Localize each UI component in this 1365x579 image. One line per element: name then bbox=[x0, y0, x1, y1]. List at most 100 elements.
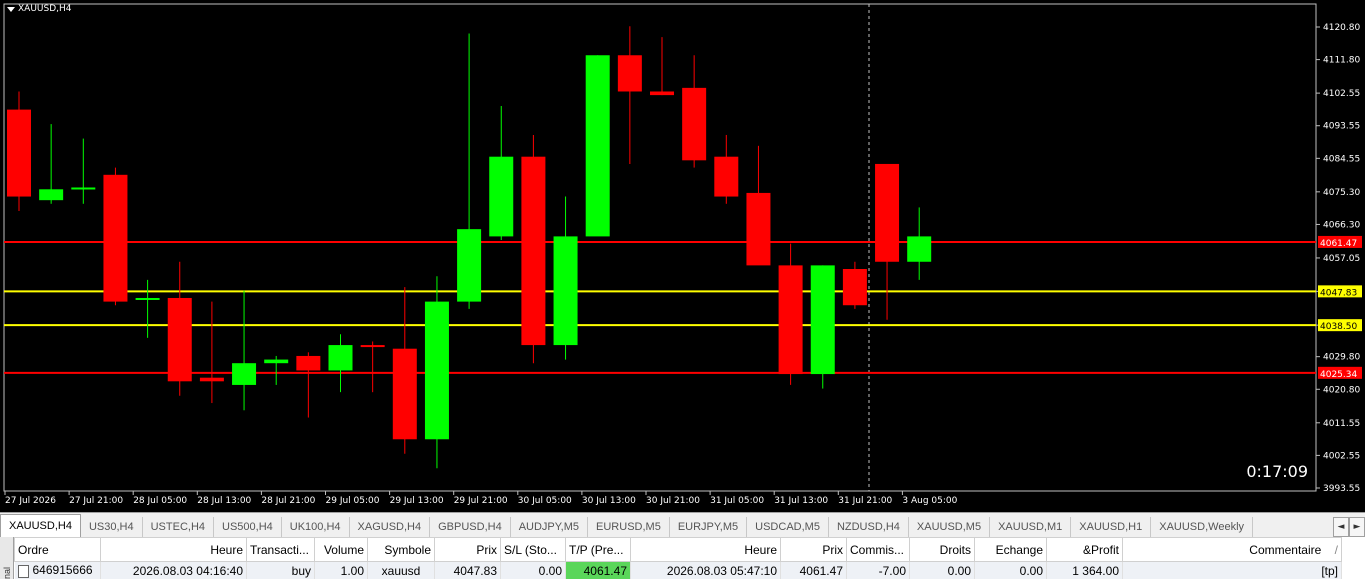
tab-scroll-right-icon[interactable]: ► bbox=[1349, 517, 1365, 537]
time-tick-label: 28 Jul 21:00 bbox=[261, 496, 315, 506]
col-header-open-time[interactable]: Heure bbox=[100, 537, 247, 562]
col-header-tp[interactable]: T/P (Pre... bbox=[565, 537, 631, 562]
col-header-type[interactable]: Transacti... bbox=[246, 537, 315, 562]
chart-tabs-bar: XAUUSD,H4 US30,H4 USTEC,H4 US500,H4 UK100,H4… bbox=[0, 512, 1365, 537]
col-header-commission[interactable]: Commis... bbox=[846, 537, 910, 562]
time-tick-label: 29 Jul 21:00 bbox=[454, 496, 508, 506]
chart-symbol-title[interactable]: XAUUSD,H4 bbox=[7, 4, 72, 14]
tab-ustec-h4[interactable]: USTEC,H4 bbox=[143, 517, 215, 537]
tab-xauusd-m1[interactable]: XAUUSD,M1 bbox=[990, 517, 1072, 537]
cell-commission: -7.00 bbox=[846, 561, 910, 579]
price-tick-label: 4002.55 bbox=[1323, 451, 1360, 461]
col-header-symbol[interactable]: Symbole bbox=[367, 537, 435, 562]
candle-body bbox=[714, 156, 739, 197]
candlestick-chart[interactable]: 4120.80 4111.80 4102.55 4093.55 4084.55 4075.… bbox=[0, 0, 1365, 512]
cell-tp: 4061.47 bbox=[565, 561, 631, 579]
price-tick-label: 4066.30 bbox=[1323, 220, 1360, 230]
tab-xagusd-h4[interactable]: XAGUSD,H4 bbox=[350, 517, 431, 537]
cell-type: buy bbox=[246, 561, 315, 579]
cell-comment: [tp] bbox=[1122, 561, 1342, 579]
tab-nzdusd-h4[interactable]: NZDUSD,H4 bbox=[829, 517, 909, 537]
col-header-order[interactable]: Ordre bbox=[14, 537, 101, 562]
candle-body bbox=[135, 297, 160, 300]
candle-body bbox=[650, 91, 674, 96]
dropdown-triangle-icon[interactable] bbox=[7, 6, 15, 12]
terminal-panel: nal Ordre Heure Transacti... Volume Symb… bbox=[0, 537, 1365, 579]
candle-body bbox=[585, 55, 610, 237]
tab-us30-h4[interactable]: US30,H4 bbox=[81, 517, 143, 537]
cell-order: 646915666 bbox=[14, 561, 101, 579]
tab-xauusd-weekly[interactable]: XAUUSD,Weekly bbox=[1151, 517, 1254, 537]
candle-body bbox=[553, 236, 578, 346]
price-tick-label: 4120.80 bbox=[1323, 23, 1360, 33]
cell-open-price: 4047.83 bbox=[434, 561, 501, 579]
candle-body bbox=[296, 355, 321, 371]
time-tick-label: 31 Jul 21:00 bbox=[838, 496, 892, 506]
candle-body bbox=[617, 55, 642, 92]
candle-body bbox=[103, 174, 128, 302]
candle-body bbox=[39, 189, 64, 201]
table-header-row: Ordre Heure Transacti... Volume Symbole … bbox=[14, 537, 1342, 562]
table-row[interactable]: 646915666 2026.08.03 04:16:40 buy 1.00 x… bbox=[14, 561, 1342, 579]
tab-gbpusd-h4[interactable]: GBPUSD,H4 bbox=[430, 517, 511, 537]
chart-area[interactable]: 4120.80 4111.80 4102.55 4093.55 4084.55 4075.… bbox=[0, 0, 1365, 512]
candle-body bbox=[424, 301, 449, 440]
candle-body bbox=[199, 377, 224, 382]
tab-xauusd-h1[interactable]: XAUUSD,H1 bbox=[1071, 517, 1152, 537]
column-resize-mark: / bbox=[1334, 542, 1338, 557]
cell-sl: 0.00 bbox=[500, 561, 566, 579]
candle-body bbox=[457, 229, 482, 302]
candle-body bbox=[232, 363, 257, 385]
candle-body bbox=[489, 156, 514, 237]
cell-close-time: 2026.08.03 05:47:10 bbox=[630, 561, 781, 579]
time-tick-label: 29 Jul 13:00 bbox=[390, 496, 444, 506]
time-tick-label: 30 Jul 13:00 bbox=[582, 496, 636, 506]
col-header-volume[interactable]: Volume bbox=[314, 537, 368, 562]
tab-usdcad-m5[interactable]: USDCAD,M5 bbox=[747, 517, 829, 537]
level-price-label: 4061.47 bbox=[1320, 239, 1357, 249]
col-header-open-price[interactable]: Prix bbox=[434, 537, 501, 562]
terminal-side-strip: nal bbox=[0, 537, 14, 579]
symbol-label: XAUUSD,H4 bbox=[18, 4, 72, 14]
tab-xauusd-h4[interactable]: XAUUSD,H4 bbox=[0, 514, 81, 537]
candle-body bbox=[521, 156, 546, 346]
tab-eurjpy-m5[interactable]: EURJPY,M5 bbox=[670, 517, 748, 537]
col-header-exchange[interactable]: Echange bbox=[974, 537, 1047, 562]
cell-exchange: 0.00 bbox=[974, 561, 1047, 579]
candle-body bbox=[682, 87, 707, 161]
document-icon bbox=[17, 564, 29, 578]
candle-body bbox=[328, 345, 353, 371]
cell-open-time: 2026.08.03 04:16:40 bbox=[100, 561, 247, 579]
candle-body bbox=[842, 269, 867, 306]
tab-scroll-left-icon[interactable]: ◄ bbox=[1333, 517, 1349, 537]
cell-symbol: xauusd bbox=[367, 561, 435, 579]
price-tick-label: 4102.55 bbox=[1323, 89, 1360, 99]
bar-countdown-timer: 0:17:09 bbox=[1246, 462, 1308, 481]
price-tick-label: 4075.30 bbox=[1323, 188, 1360, 198]
level-price-label: 4047.83 bbox=[1320, 288, 1357, 298]
time-tick-label: 27 Jul 21:00 bbox=[69, 496, 123, 506]
tab-us500-h4[interactable]: US500,H4 bbox=[214, 517, 282, 537]
tab-xauusd-m5[interactable]: XAUUSD,M5 bbox=[909, 517, 991, 537]
tab-eurusd-m5[interactable]: EURUSD,M5 bbox=[588, 517, 670, 537]
time-tick-label: 28 Jul 05:00 bbox=[133, 496, 187, 506]
col-header-comment[interactable]: Commentaire / bbox=[1122, 537, 1342, 562]
tab-uk100-h4[interactable]: UK100,H4 bbox=[282, 517, 350, 537]
col-header-sl[interactable]: S/L (Sto... bbox=[500, 537, 566, 562]
col-header-swap[interactable]: Droits bbox=[909, 537, 975, 562]
col-header-profit[interactable]: &Profit bbox=[1046, 537, 1123, 562]
candle-body bbox=[810, 265, 835, 375]
col-header-close-price[interactable]: Prix bbox=[780, 537, 847, 562]
tab-audjpy-m5[interactable]: AUDJPY,M5 bbox=[511, 517, 589, 537]
col-header-close-time[interactable]: Heure bbox=[630, 537, 781, 562]
tab-scroll-arrows: ◄ ► bbox=[1333, 517, 1365, 537]
price-tick-label: 4111.80 bbox=[1323, 56, 1360, 66]
price-tick-label: 4084.55 bbox=[1323, 154, 1360, 164]
candle-body bbox=[7, 109, 31, 197]
candle-body bbox=[746, 192, 771, 266]
level-price-label: 4038.50 bbox=[1320, 322, 1357, 332]
cell-profit: 1 364.00 bbox=[1046, 561, 1123, 579]
time-tick-label: 30 Jul 05:00 bbox=[518, 496, 572, 506]
price-tick-label: 4029.80 bbox=[1323, 353, 1360, 363]
candle-body bbox=[264, 359, 289, 364]
